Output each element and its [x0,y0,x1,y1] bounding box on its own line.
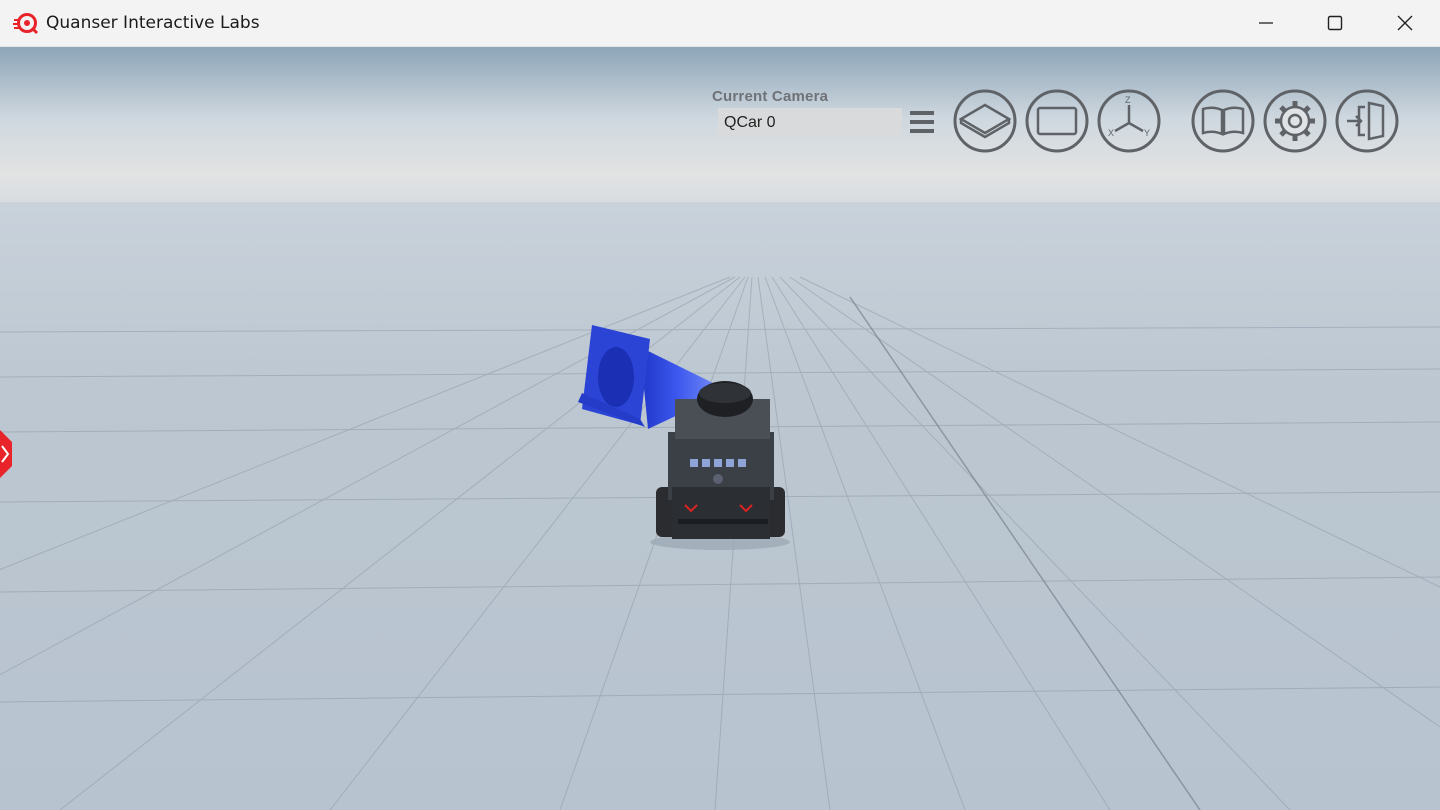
maximize-button[interactable] [1300,0,1370,47]
title-bar: Quanser Interactive Labs [0,0,1440,47]
minimize-icon [1259,22,1273,24]
exit-icon [1335,89,1399,153]
side-marker-icon [0,430,12,478]
front-view-button[interactable] [1025,89,1089,153]
top-view-button[interactable] [953,89,1017,153]
exit-button[interactable] [1335,89,1399,153]
menu-icon[interactable] [908,108,936,136]
maximize-icon [1327,15,1343,31]
quanser-logo-icon [13,13,39,35]
svg-text:Z: Z [1125,95,1131,105]
scene-render [0,47,1440,810]
front-view-icon [1025,89,1089,153]
simulation-viewport[interactable]: Current Camera QCar 0 Z X Y [0,47,1440,810]
svg-text:Y: Y [1144,128,1150,138]
gear-icon [1263,89,1327,153]
close-button[interactable] [1370,0,1440,47]
camera-select[interactable]: QCar 0 [718,108,902,137]
axis-view-button[interactable]: Z X Y [1097,89,1161,153]
window-title: Quanser Interactive Labs [46,13,260,33]
close-icon [1397,15,1413,31]
book-icon [1191,89,1255,153]
settings-button[interactable] [1263,89,1327,153]
svg-text:X: X [1108,128,1114,138]
axis-view-icon: Z X Y [1097,89,1161,153]
current-camera-label: Current Camera [712,88,829,105]
minimize-button[interactable] [1231,0,1301,47]
top-view-icon [953,89,1017,153]
manual-button[interactable] [1191,89,1255,153]
app-window: Quanser Interactive Labs Current Camera … [0,0,1440,810]
